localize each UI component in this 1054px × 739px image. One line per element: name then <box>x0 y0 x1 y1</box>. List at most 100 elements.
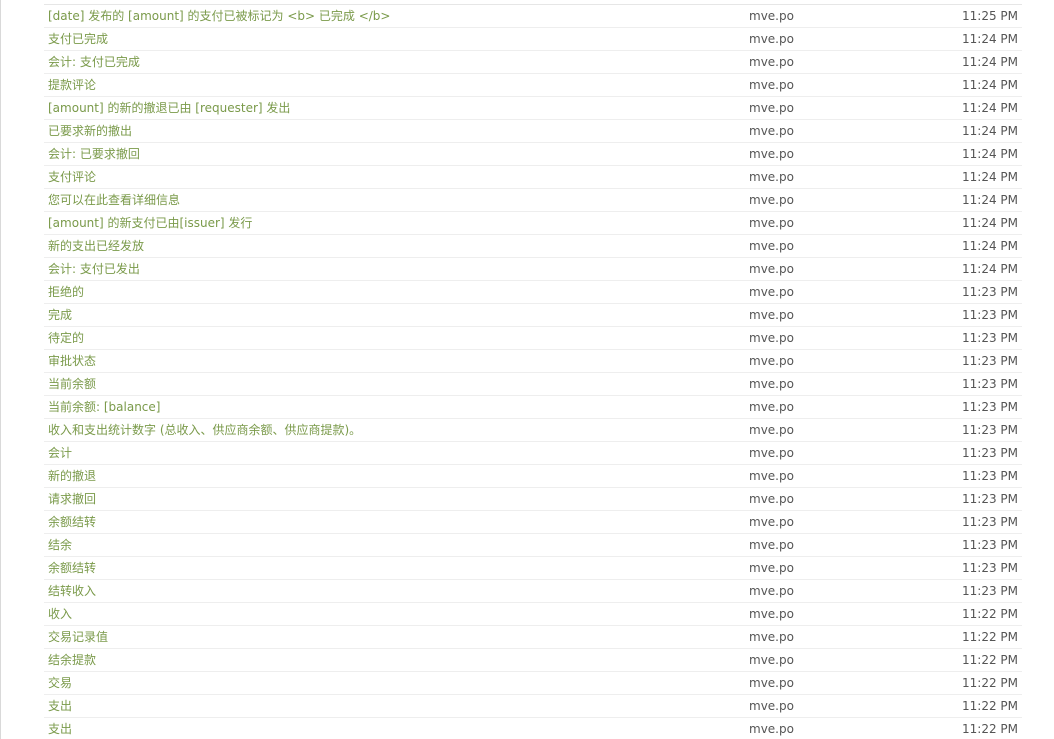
table-row[interactable]: 余额结转 mve.po 11:23 PM <box>44 511 1022 534</box>
string-link[interactable]: 新的支出已经发放 <box>48 235 738 257</box>
file-name: mve.po <box>749 515 794 529</box>
table-row[interactable]: 请求撤回 mve.po 11:23 PM <box>44 488 1022 511</box>
string-link[interactable]: 当前余额 <box>48 373 738 395</box>
string-link[interactable]: 结余提款 <box>48 649 738 671</box>
string-link[interactable]: 完成 <box>48 304 738 326</box>
string-link[interactable]: 提款评论 <box>48 74 738 96</box>
table-row[interactable]: 结余提款 mve.po 11:22 PM <box>44 649 1022 672</box>
table-row[interactable]: 完成 mve.po 11:23 PM <box>44 304 1022 327</box>
table-row[interactable]: 审批状态 mve.po 11:23 PM <box>44 350 1022 373</box>
string-link[interactable]: 结余 <box>48 534 738 556</box>
string-link[interactable]: [amount] 的新支付已由[issuer] 发行 <box>48 212 738 234</box>
timestamp: 11:24 PM <box>962 78 1018 92</box>
timestamp: 11:24 PM <box>962 32 1018 46</box>
table-row[interactable]: 已要求新的撤出 mve.po 11:24 PM <box>44 120 1022 143</box>
file-name: mve.po <box>749 699 794 713</box>
timestamp: 11:23 PM <box>962 285 1018 299</box>
table-row[interactable]: 交易 mve.po 11:22 PM <box>44 672 1022 695</box>
string-link[interactable]: 支出 <box>48 695 738 717</box>
file-name: mve.po <box>749 124 794 138</box>
timestamp: 11:24 PM <box>962 170 1018 184</box>
table-row[interactable]: 支付已完成 mve.po 11:24 PM <box>44 28 1022 51</box>
table-row[interactable]: 当前余额 mve.po 11:23 PM <box>44 373 1022 396</box>
table-row[interactable]: [amount] 的新的撤退已由 [requester] 发出 mve.po 11:… <box>44 97 1022 120</box>
file-name: mve.po <box>749 101 794 115</box>
string-link[interactable]: 余额结转 <box>48 511 738 533</box>
file-name: mve.po <box>749 561 794 575</box>
timestamp: 11:24 PM <box>962 124 1018 138</box>
timestamp: 11:24 PM <box>962 216 1018 230</box>
left-border <box>0 0 1 739</box>
timestamp: 11:24 PM <box>962 193 1018 207</box>
table-row[interactable]: 会计 mve.po 11:23 PM <box>44 442 1022 465</box>
table-row[interactable]: 您可以在此查看详细信息 mve.po 11:24 PM <box>44 189 1022 212</box>
timestamp: 11:23 PM <box>962 354 1018 368</box>
table-row[interactable]: 会计: 已要求撤回 mve.po 11:24 PM <box>44 143 1022 166</box>
timestamp: 11:22 PM <box>962 653 1018 667</box>
file-name: mve.po <box>749 193 794 207</box>
table-row[interactable]: 会计: 支付已发出 mve.po 11:24 PM <box>44 258 1022 281</box>
timestamp: 11:22 PM <box>962 630 1018 644</box>
string-link[interactable]: 交易 <box>48 672 738 694</box>
string-link[interactable]: 已要求新的撤出 <box>48 120 738 142</box>
string-link[interactable]: 结转收入 <box>48 580 738 602</box>
timestamp: 11:22 PM <box>962 699 1018 713</box>
table-row[interactable]: 支出 mve.po 11:22 PM <box>44 695 1022 718</box>
timestamp: 11:22 PM <box>962 676 1018 690</box>
string-link[interactable]: [amount] 的新的撤退已由 [requester] 发出 <box>48 97 738 119</box>
string-link[interactable]: 拒绝的 <box>48 281 738 303</box>
file-name: mve.po <box>749 354 794 368</box>
table-row[interactable]: 收入和支出统计数字 (总收入、供应商余额、供应商提款)。 mve.po 11:23 … <box>44 419 1022 442</box>
table-row[interactable]: 会计: 支付已完成 mve.po 11:24 PM <box>44 51 1022 74</box>
table-row[interactable]: 当前余额: [balance] mve.po 11:23 PM <box>44 396 1022 419</box>
string-link[interactable]: 支付已完成 <box>48 28 738 50</box>
timestamp: 11:23 PM <box>962 423 1018 437</box>
file-name: mve.po <box>749 538 794 552</box>
string-link[interactable]: 新的撤退 <box>48 465 738 487</box>
string-link[interactable]: 会计: 已要求撤回 <box>48 143 738 165</box>
table-row[interactable]: 支出 mve.po 11:22 PM <box>44 718 1022 739</box>
string-link[interactable]: 余额结转 <box>48 557 738 579</box>
file-name: mve.po <box>749 9 794 23</box>
string-link[interactable]: 支出 <box>48 718 738 739</box>
string-link[interactable]: 交易记录值 <box>48 626 738 648</box>
table-row[interactable]: 支付评论 mve.po 11:24 PM <box>44 166 1022 189</box>
file-name: mve.po <box>749 722 794 736</box>
file-name: mve.po <box>749 308 794 322</box>
string-link[interactable]: 收入 <box>48 603 738 625</box>
table-row[interactable]: 提款评论 mve.po 11:24 PM <box>44 74 1022 97</box>
string-link[interactable]: 当前余额: [balance] <box>48 396 738 418</box>
file-name: mve.po <box>749 285 794 299</box>
timestamp: 11:24 PM <box>962 239 1018 253</box>
table-row[interactable]: [amount] 的新支付已由[issuer] 发行 mve.po 11:24 PM <box>44 212 1022 235</box>
string-link[interactable]: 会计: 支付已完成 <box>48 51 738 73</box>
string-link[interactable]: 您可以在此查看详细信息 <box>48 189 738 211</box>
table-row[interactable]: 收入 mve.po 11:22 PM <box>44 603 1022 626</box>
string-link[interactable]: 审批状态 <box>48 350 738 372</box>
file-name: mve.po <box>749 331 794 345</box>
table-row[interactable]: 待定的 mve.po 11:23 PM <box>44 327 1022 350</box>
table-row[interactable]: 结转收入 mve.po 11:23 PM <box>44 580 1022 603</box>
string-link[interactable]: 收入和支出统计数字 (总收入、供应商余额、供应商提款)。 <box>48 419 738 441</box>
timestamp: 11:23 PM <box>962 538 1018 552</box>
string-link[interactable]: 待定的 <box>48 327 738 349</box>
timestamp: 11:24 PM <box>962 262 1018 276</box>
table-row[interactable]: 新的撤退 mve.po 11:23 PM <box>44 465 1022 488</box>
string-link[interactable]: 请求撤回 <box>48 488 738 510</box>
file-name: mve.po <box>749 607 794 621</box>
timestamp: 11:23 PM <box>962 469 1018 483</box>
string-link[interactable]: 会计 <box>48 442 738 464</box>
string-link[interactable]: [date] 发布的 [amount] 的支付已被标记为 <b> 已完成 </b… <box>48 5 738 27</box>
table-row[interactable]: [date] 发布的 [amount] 的支付已被标记为 <b> 已完成 </b… <box>44 5 1022 28</box>
table-row[interactable]: 新的支出已经发放 mve.po 11:24 PM <box>44 235 1022 258</box>
timestamp: 11:23 PM <box>962 308 1018 322</box>
file-name: mve.po <box>749 630 794 644</box>
table-row[interactable]: 余额结转 mve.po 11:23 PM <box>44 557 1022 580</box>
string-link[interactable]: 会计: 支付已发出 <box>48 258 738 280</box>
table-row[interactable]: 拒绝的 mve.po 11:23 PM <box>44 281 1022 304</box>
file-name: mve.po <box>749 492 794 506</box>
string-link[interactable]: 支付评论 <box>48 166 738 188</box>
table-row[interactable]: 交易记录值 mve.po 11:22 PM <box>44 626 1022 649</box>
table-row[interactable]: 结余 mve.po 11:23 PM <box>44 534 1022 557</box>
timestamp: 11:23 PM <box>962 400 1018 414</box>
